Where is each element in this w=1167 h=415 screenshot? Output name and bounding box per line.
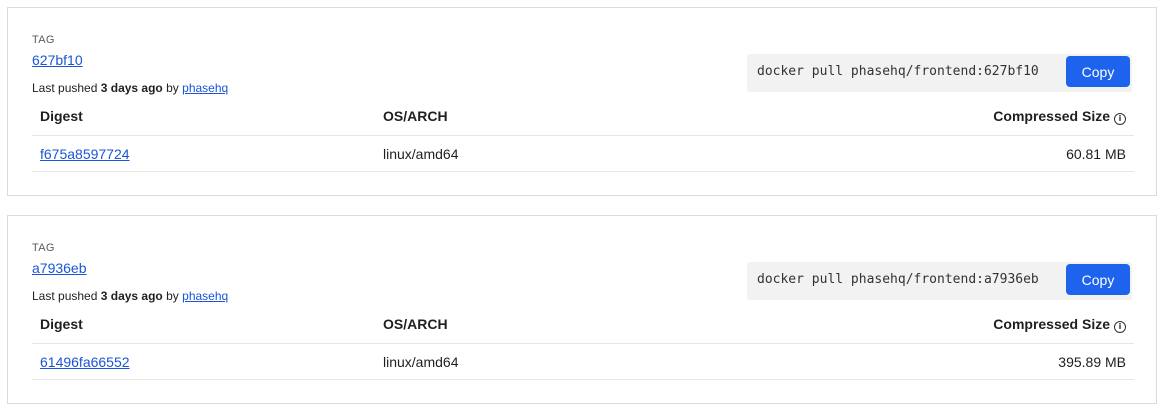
digest-link[interactable]: f675a8597724 — [40, 146, 130, 162]
table-header-row: Digest OS/ARCH Compressed Size i — [32, 98, 1134, 136]
column-header-digest: Digest — [40, 316, 83, 332]
pull-command-text: docker pull phasehq/frontend:a7936eb — [757, 272, 1039, 287]
tag-name-link[interactable]: a7936eb — [32, 260, 87, 276]
info-circle-icon[interactable]: i — [1114, 113, 1126, 125]
compressed-size-value: 395.89 MB — [1058, 354, 1126, 370]
column-header-digest: Digest — [40, 108, 83, 124]
copy-button[interactable]: Copy — [1066, 264, 1130, 295]
pusher-user-link[interactable]: phasehq — [182, 289, 228, 303]
last-pushed-info: Last pushed 3 days ago by phasehq — [32, 81, 228, 95]
last-pushed-prefix: Last pushed — [32, 289, 98, 303]
last-pushed-by: by — [166, 289, 179, 303]
last-pushed-by: by — [166, 81, 179, 95]
digest-table: Digest OS/ARCH Compressed Size i f675a859… — [32, 98, 1134, 172]
info-circle-icon[interactable]: i — [1114, 321, 1126, 333]
compressed-size-label: Compressed Size — [993, 316, 1110, 332]
last-pushed-prefix: Last pushed — [32, 81, 98, 95]
table-row: 61496fa66552 linux/amd64 395.89 MB — [32, 344, 1134, 380]
last-pushed-info: Last pushed 3 days ago by phasehq — [32, 289, 228, 303]
last-pushed-time: 3 days ago — [100, 289, 163, 303]
digest-table: Digest OS/ARCH Compressed Size i 61496fa6… — [32, 306, 1134, 380]
tag-label: TAG — [32, 242, 55, 254]
tag-name-link[interactable]: 627bf10 — [32, 52, 83, 68]
column-header-compressed-size: Compressed Size i — [993, 316, 1126, 333]
last-pushed-time: 3 days ago — [100, 81, 163, 95]
column-header-compressed-size: Compressed Size i — [993, 108, 1126, 125]
pusher-user-link[interactable]: phasehq — [182, 81, 228, 95]
tag-label: TAG — [32, 34, 55, 46]
compressed-size-label: Compressed Size — [993, 108, 1110, 124]
digest-link[interactable]: 61496fa66552 — [40, 354, 130, 370]
pull-command-text: docker pull phasehq/frontend:627bf10 — [757, 64, 1039, 79]
compressed-size-value: 60.81 MB — [1066, 146, 1126, 162]
tag-card: TAG a7936eb Last pushed 3 days ago by ph… — [7, 215, 1157, 404]
table-header-row: Digest OS/ARCH Compressed Size i — [32, 306, 1134, 344]
copy-button[interactable]: Copy — [1066, 56, 1130, 87]
tag-card: TAG 627bf10 Last pushed 3 days ago by ph… — [7, 7, 1157, 196]
os-arch-value: linux/amd64 — [383, 146, 459, 162]
table-row: f675a8597724 linux/amd64 60.81 MB — [32, 136, 1134, 172]
column-header-os-arch: OS/ARCH — [383, 316, 448, 332]
os-arch-value: linux/amd64 — [383, 354, 459, 370]
column-header-os-arch: OS/ARCH — [383, 108, 448, 124]
